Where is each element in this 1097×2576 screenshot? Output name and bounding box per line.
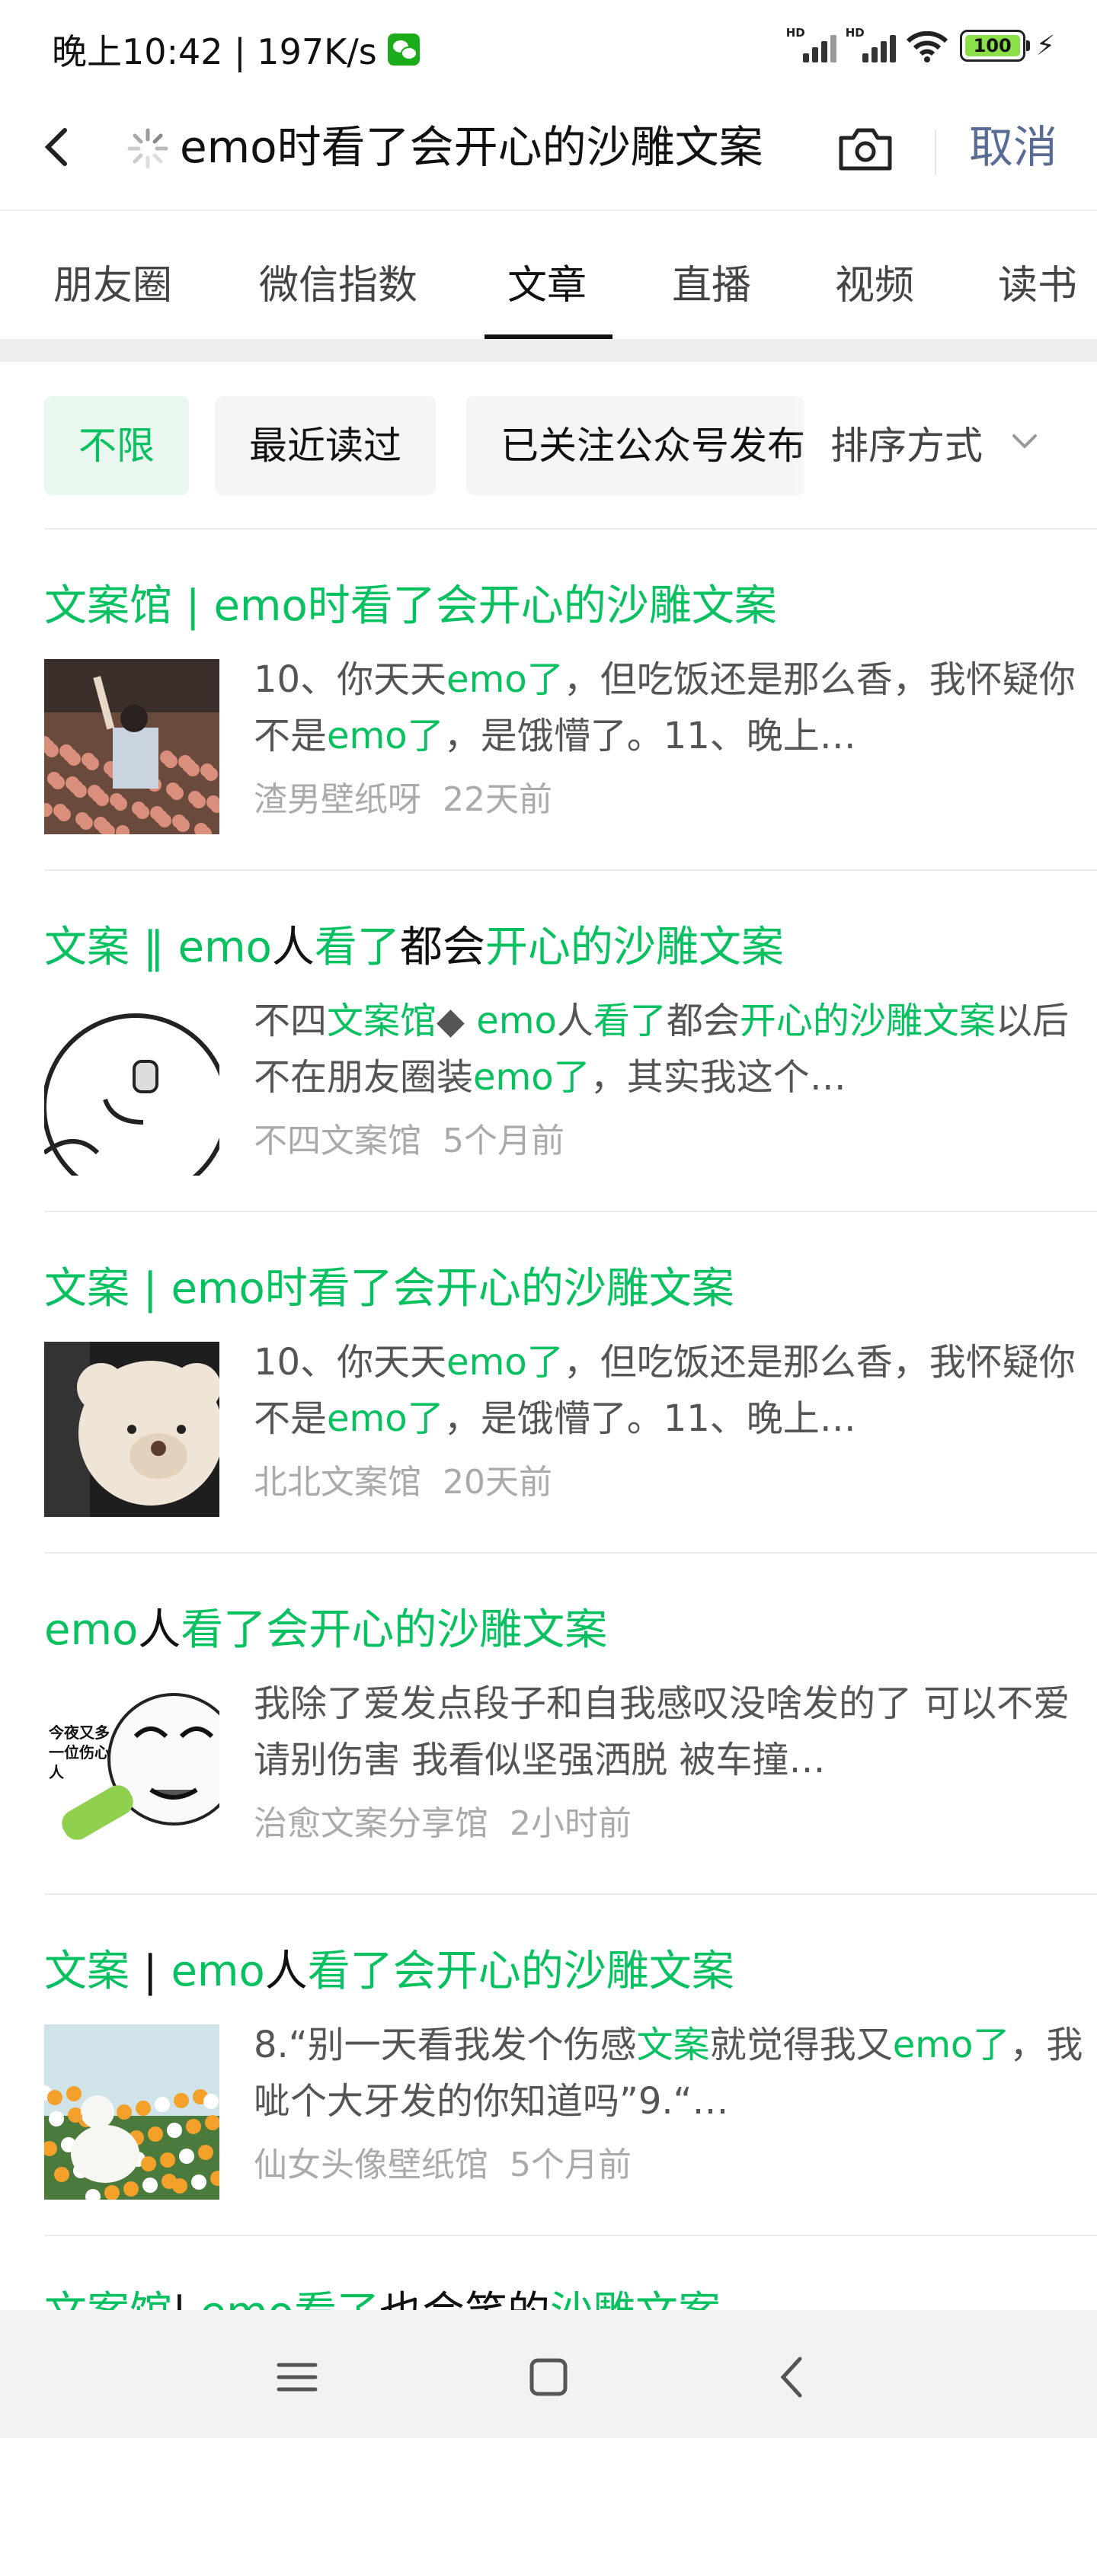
search-result-item[interactable]: 文案 | emo时看了会开心的沙雕文案 10、你天天emo了，但吃饭还是那么香，我… (44, 1211, 1097, 1552)
result-time: 5个月前 (510, 2146, 632, 2184)
home-icon[interactable] (518, 2347, 579, 2408)
result-source[interactable]: 治愈文案分享馆 (254, 1804, 488, 1843)
result-thumbnail (44, 1342, 219, 1517)
menu-icon[interactable] (267, 2347, 328, 2408)
result-thumbnail (44, 1000, 219, 1176)
loading-spinner-icon (127, 128, 168, 169)
result-source[interactable]: 仙女头像壁纸馆 (254, 2146, 488, 2184)
tab-wechat-index[interactable]: 微信指数 (259, 253, 417, 310)
result-meta: 仙女头像壁纸馆 5个月前 (254, 2137, 632, 2186)
result-meta: 北北文案馆 20天前 (254, 1454, 552, 1503)
tab-articles[interactable]: 文章 (507, 253, 587, 310)
filter-chip-followed[interactable]: 已关注公众号发布 (466, 396, 804, 495)
search-result-item[interactable]: 文案 ‖ emo人看了都会开心的沙雕文案不四文案馆◆ emo人看了都会开心的沙雕… (44, 869, 1097, 1211)
wifi-icon (906, 30, 948, 62)
battery-icon: 100 (959, 30, 1030, 62)
status-bar: 晚上10:42 | 197K/s HD HD 100 ⚡ (0, 0, 1097, 95)
result-time: 5个月前 (443, 1122, 564, 1160)
search-input[interactable]: emo时看了会开心的沙雕文案 (180, 117, 804, 178)
filter-chip-all[interactable]: 不限 (44, 396, 189, 495)
wechat-notification-icon (387, 34, 420, 66)
result-snippet: 10、你天天emo了，但吃饭还是那么香，我怀疑你不是emo了，是饿懵了。11、晚… (254, 1341, 1076, 1440)
result-thumbnail: 今夜又多一位伤心人 (44, 1683, 219, 1858)
result-source[interactable]: 不四文案馆 (254, 1122, 421, 1160)
result-title: 文案馆 | emo时看了会开心的沙雕文案 (44, 581, 777, 631)
signal-icon: HD (846, 26, 896, 62)
back-arrow-icon[interactable] (34, 117, 80, 178)
result-title: 文案 | emo人看了会开心的沙雕文案 (44, 1947, 734, 1996)
back-icon[interactable] (763, 2347, 824, 2408)
result-meta: 不四文案馆 5个月前 (254, 1113, 564, 1162)
result-thumbnail (44, 2024, 219, 2200)
search-result-item[interactable]: emo人看了会开心的沙雕文案今夜又多一位伤心人 我除了爱发点段子和自我感叹没啥发的… (44, 1552, 1097, 1893)
system-nav-bar (0, 2310, 1097, 2438)
result-title: emo人看了会开心的沙雕文案 (44, 1605, 608, 1655)
result-time: 2小时前 (510, 1804, 632, 1843)
tab-videos[interactable]: 视频 (835, 253, 914, 310)
result-time: 20天前 (443, 1463, 552, 1502)
signal-icon: HD (786, 26, 836, 62)
result-meta: 渣男壁纸呀 22天前 (254, 772, 552, 821)
status-time-speed: 晚上10:42 | 197K/s (52, 31, 377, 72)
cancel-button[interactable]: 取消 (969, 117, 1057, 178)
search-result-item[interactable]: 文案馆 | emo时看了会开心的沙雕文案 10、你天天emo了，但吃饭还是那么香，… (44, 528, 1097, 869)
charging-icon: ⚡ (1035, 30, 1055, 62)
chevron-down-icon (1012, 434, 1037, 449)
sort-dropdown[interactable]: 排序方式 (792, 396, 1097, 495)
result-source[interactable]: 渣男壁纸呀 (254, 780, 421, 819)
result-title: 文案 | emo时看了会开心的沙雕文案 (44, 1264, 734, 1314)
result-snippet: 我除了爱发点段子和自我感叹没啥发的了 可以不爱 请别伤害 我看似坚强洒脱 被车撞… (254, 1682, 1070, 1781)
result-meta: 治愈文案分享馆 2小时前 (254, 1796, 632, 1845)
category-tabs: 朋友圈 微信指数 文章 直播 视频 读书 (0, 210, 1097, 339)
section-gap (0, 339, 1097, 362)
result-snippet: 10、你天天emo了，但吃饭还是那么香，我怀疑你不是emo了，是饿懵了。11、晚… (254, 658, 1076, 757)
search-result-item[interactable]: 文案 | emo人看了会开心的沙雕文案 8.“别一天看我发个伤感文案就觉得我又em… (44, 1893, 1097, 2235)
result-source[interactable]: 北北文案馆 (254, 1463, 421, 1502)
thumbnail-caption: 今夜又多一位伤心人 (49, 1723, 110, 1781)
tab-moments[interactable]: 朋友圈 (53, 253, 172, 310)
result-time: 22天前 (443, 780, 552, 819)
result-thumbnail (44, 659, 219, 834)
camera-icon[interactable] (836, 123, 894, 174)
result-snippet: 不四文案馆◆ emo人看了都会开心的沙雕文案以后不在朋友圈装emo了，其实我这个… (254, 1000, 1069, 1099)
result-snippet: 8.“别一天看我发个伤感文案就觉得我又emo了，我呲个大牙发的你知道吗”9.“… (254, 2024, 1083, 2123)
tab-live[interactable]: 直播 (672, 253, 751, 310)
tab-books[interactable]: 读书 (998, 253, 1077, 310)
filter-chip-recent[interactable]: 最近读过 (215, 396, 436, 495)
search-header: emo时看了会开心的沙雕文案 取消 (0, 95, 1097, 210)
filter-bar: 不限 最近读过 已关注公众号发布 排序方式 (0, 362, 1097, 528)
result-title: 文案 ‖ emo人看了都会开心的沙雕文案 (44, 923, 784, 972)
header-divider (935, 130, 936, 175)
sort-label: 排序方式 (830, 424, 983, 468)
